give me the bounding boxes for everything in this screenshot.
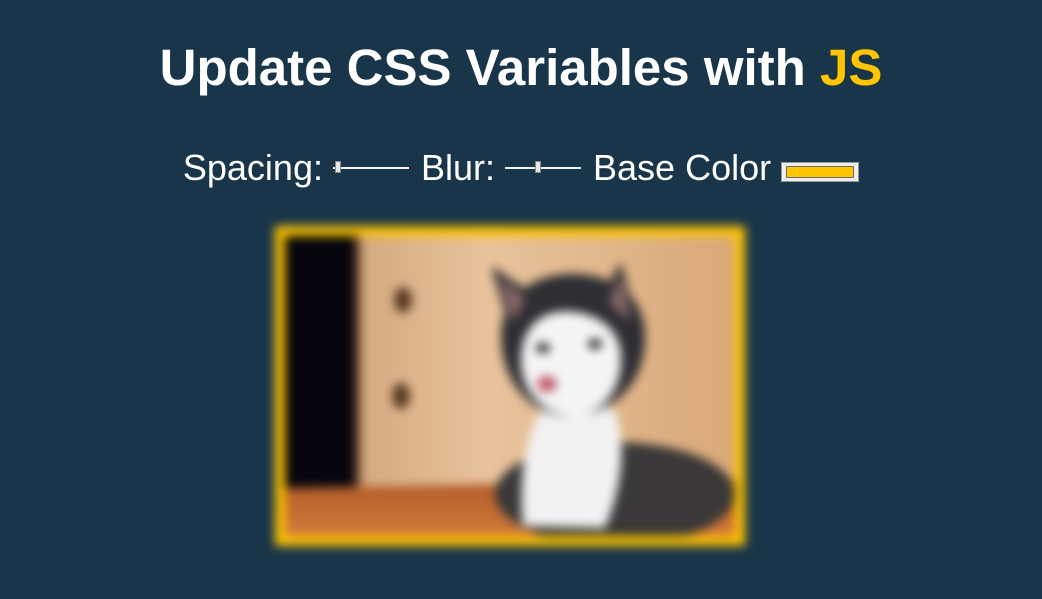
blur-slider[interactable] <box>505 158 582 178</box>
blur-label: Blur: <box>420 147 496 188</box>
spacing-slider[interactable] <box>332 158 409 178</box>
base-color-picker[interactable] <box>781 162 860 182</box>
page-title: Update CSS Variables with JS <box>0 36 1042 100</box>
photo-frame <box>275 226 745 546</box>
title-highlight-text: JS <box>819 39 883 96</box>
spacing-label: Spacing: <box>182 147 323 188</box>
base-color-label: Base Color <box>593 147 772 188</box>
blur-slider-track <box>505 167 582 169</box>
base-color-swatch <box>786 166 855 178</box>
cat-photo-image <box>285 236 735 536</box>
controls-bar: Spacing: Blur: Base Color <box>0 148 1042 188</box>
spacing-slider-thumb[interactable] <box>334 161 341 173</box>
title-main-text: Update CSS Variables with <box>159 39 820 96</box>
blur-slider-thumb[interactable] <box>535 161 542 173</box>
spacing-slider-track <box>332 167 409 169</box>
